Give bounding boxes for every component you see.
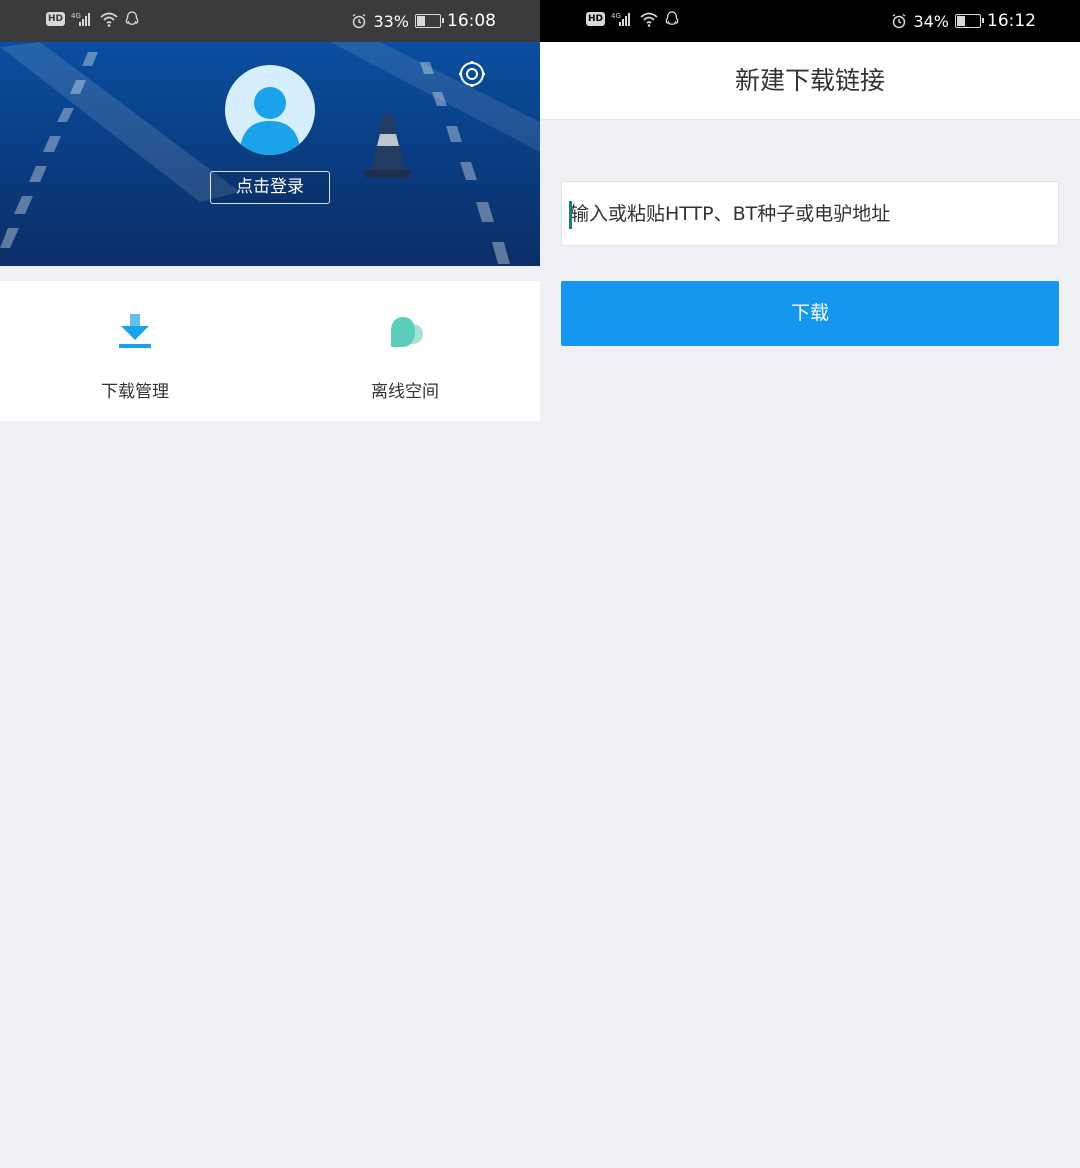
menu-item-offline-space[interactable]: 离线空间 <box>325 309 485 402</box>
hd-icon: HD <box>586 12 606 26</box>
battery-fill <box>957 16 966 26</box>
wifi-icon <box>640 12 658 27</box>
screens: HD 4G 33% 16:08 点击登录 下载管理 离线空间 HD 4G 34%… <box>0 0 1080 1168</box>
text-caret <box>569 201 572 229</box>
cloud-icon <box>391 317 423 347</box>
hd-icon: HD <box>46 12 66 26</box>
status-bar: HD 4G <box>540 0 1080 42</box>
alarm-icon <box>893 13 906 29</box>
menu-item-label: 下载管理 <box>101 382 169 402</box>
settings-gear-icon[interactable] <box>458 60 486 88</box>
status-right-icons: 33% 16:08 <box>351 11 496 31</box>
url-input-box[interactable] <box>561 181 1059 246</box>
menu-item-download-manager[interactable]: 下载管理 <box>55 309 215 402</box>
battery-percent: 34% <box>913 11 949 31</box>
status-right-icons: 34% 16:12 <box>891 11 1036 31</box>
alarm-icon <box>353 13 366 29</box>
status-left-icons: HD 4G <box>586 11 679 27</box>
user-avatar-icon <box>239 87 301 155</box>
profile-header: 点击登录 <box>0 42 540 266</box>
qq-icon <box>125 11 139 25</box>
svg-text:4G: 4G <box>611 12 621 20</box>
traffic-cone-illustration <box>362 114 412 178</box>
status-left-icons: HD 4G <box>46 11 139 27</box>
signal-icon: 4G <box>611 12 631 26</box>
download-icon <box>119 314 151 348</box>
download-button[interactable]: 下载 <box>561 281 1059 346</box>
profile-screen: HD 4G 33% 16:08 点击登录 下载管理 离线空间 <box>0 0 540 1168</box>
menu-item-label: 离线空间 <box>371 382 439 402</box>
new-download-screen: HD 4G 34% 16:12 新建下载链接 输入或粘贴HTTP、BT种子或电驴… <box>540 0 1080 1168</box>
signal-icon: 4G <box>71 12 91 26</box>
battery-fill <box>417 16 425 26</box>
avatar[interactable] <box>225 65 315 155</box>
battery-icon <box>415 14 444 28</box>
battery-icon <box>955 14 984 28</box>
qq-icon <box>665 11 679 25</box>
status-bar: HD 4G <box>0 0 540 42</box>
download-url-input[interactable] <box>562 182 1058 245</box>
feature-menu: 下载管理 离线空间 <box>0 281 540 421</box>
login-button[interactable]: 点击登录 <box>210 171 330 204</box>
page-title: 新建下载链接 <box>540 42 1080 120</box>
battery-percent: 33% <box>373 11 409 31</box>
svg-text:4G: 4G <box>71 12 81 20</box>
clock: 16:12 <box>987 11 1036 31</box>
wifi-icon <box>100 12 118 27</box>
clock: 16:08 <box>447 11 496 31</box>
